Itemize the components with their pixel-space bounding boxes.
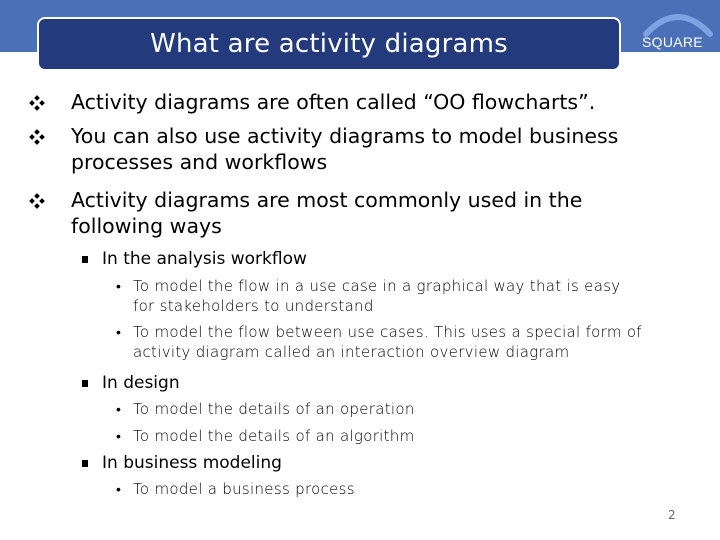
bullet-item: Activity diagrams are often called “OO f… — [28, 90, 708, 115]
dot-bullet-icon: • — [116, 325, 122, 341]
detail-text: To model a business process — [133, 480, 355, 498]
diamond-bullet-icon — [29, 193, 45, 209]
subbullet-item: In business modeling — [82, 452, 282, 474]
bullet-text: processes and workflows — [71, 150, 328, 174]
detail-text: To model the flow between use cases. Thi… — [133, 323, 642, 341]
detail-item: • To model the details of an algorithm — [116, 426, 415, 446]
dot-bullet-icon: • — [116, 279, 122, 295]
detail-text: for stakeholders to understand — [133, 297, 374, 315]
subbullet-label: In business modeling — [102, 453, 282, 473]
diamond-bullet-icon — [29, 129, 45, 145]
slide-title: What are activity diagrams — [150, 29, 508, 59]
detail-text: To model the details of an operation — [133, 400, 415, 418]
logo-text: SQUARE — [642, 34, 703, 50]
bullet-text: You can also use activity diagrams to mo… — [71, 124, 619, 148]
detail-item: • To model the flow between use cases. T… — [116, 322, 642, 362]
detail-item: • To model the flow in a use case in a g… — [116, 276, 620, 316]
dot-bullet-icon: • — [116, 482, 122, 498]
dot-bullet-icon: • — [116, 402, 122, 418]
bullet-text: Activity diagrams are most commonly used… — [71, 188, 583, 212]
bullet-item: You can also use activity diagrams to mo… — [28, 124, 708, 175]
detail-text: To model the flow in a use case in a gra… — [133, 277, 621, 295]
bullet-text: following ways — [71, 214, 222, 238]
diamond-bullet-icon — [29, 95, 45, 111]
square-bullet-icon — [82, 256, 88, 263]
page-number: 2 — [668, 508, 676, 522]
detail-item: • To model a business process — [116, 479, 355, 499]
detail-item: • To model the details of an operation — [116, 399, 415, 419]
square-bullet-icon — [82, 460, 88, 467]
title-box: What are activity diagrams — [37, 17, 621, 71]
square-bullet-icon — [82, 380, 88, 387]
subbullet-item: In design — [82, 372, 180, 394]
subbullet-item: In the analysis workflow — [82, 248, 307, 270]
square-logo: SQUARE — [640, 4, 716, 52]
logo-arc-icon — [643, 14, 713, 37]
detail-text: activity diagram called an interaction o… — [133, 343, 570, 361]
bullet-item: Activity diagrams are most commonly used… — [28, 188, 708, 239]
detail-text: To model the details of an algorithm — [133, 427, 415, 445]
bullet-text: Activity diagrams are often called “OO f… — [71, 90, 596, 114]
dot-bullet-icon: • — [116, 429, 122, 445]
subbullet-label: In design — [102, 373, 180, 393]
subbullet-label: In the analysis workflow — [102, 249, 307, 269]
